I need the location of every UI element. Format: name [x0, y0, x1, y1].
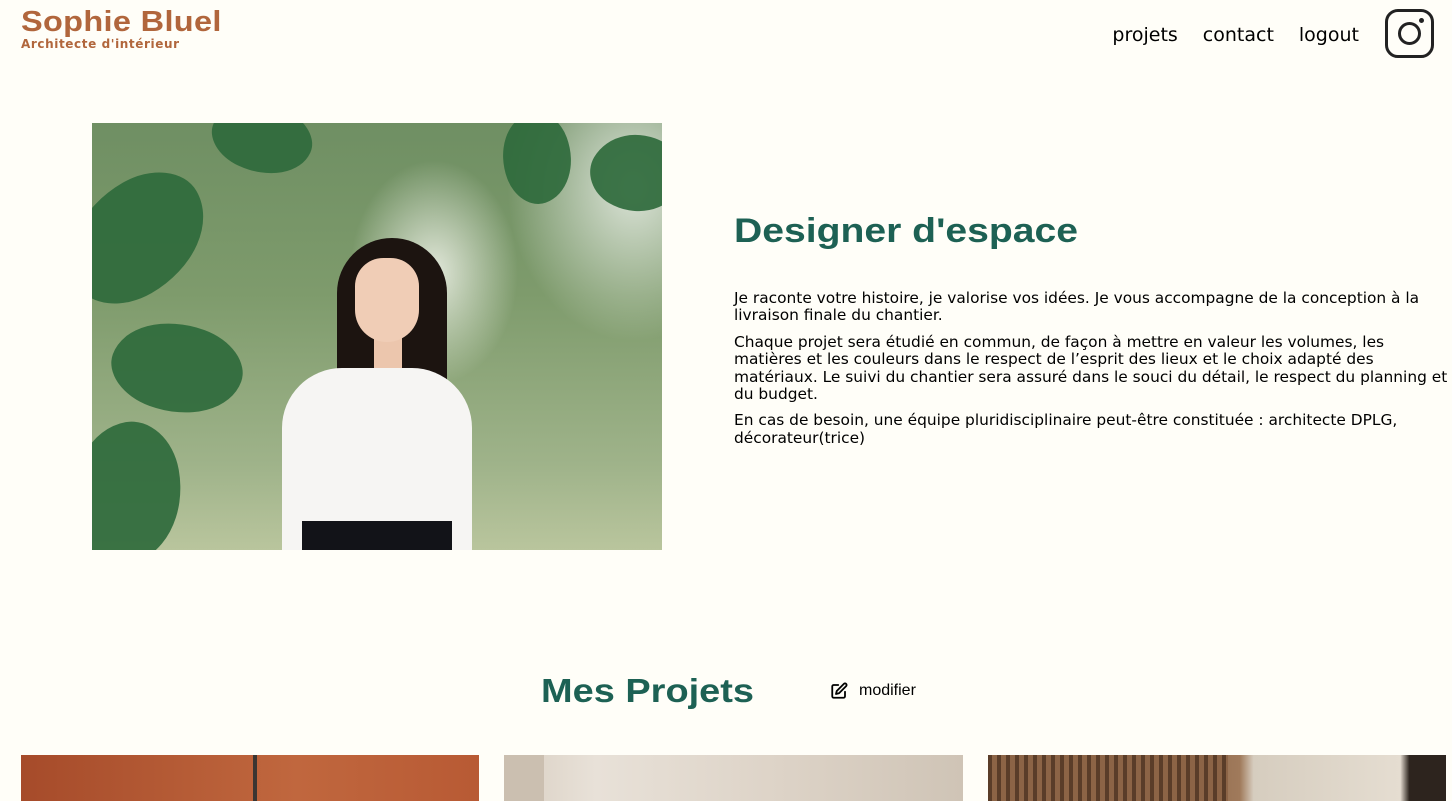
project-thumbnail[interactable]	[504, 755, 963, 801]
about-paragraph: Chaque projet sera étudié en commun, de …	[734, 332, 1448, 404]
thumbnail-detail	[988, 755, 1228, 801]
project-thumbnail[interactable]	[988, 755, 1446, 801]
photo-leaf	[488, 123, 586, 213]
person-face	[355, 258, 419, 342]
photo-leaf	[201, 123, 323, 191]
photo-leaf	[92, 152, 230, 324]
photo-leaf	[92, 414, 194, 550]
nav-link-logout[interactable]: logout	[1299, 22, 1359, 48]
instagram-dot	[1419, 18, 1424, 23]
edit-button[interactable]: modifier	[830, 682, 916, 700]
photo-leaf	[578, 123, 662, 231]
portrait-photo	[92, 123, 662, 550]
instagram-lens	[1398, 22, 1421, 45]
nav-link-projets[interactable]: projets	[1112, 22, 1177, 48]
about-text: Je raconte votre histoire, je valorise v…	[734, 289, 1450, 456]
project-thumbnail[interactable]	[21, 755, 479, 801]
edit-label: modifier	[859, 682, 916, 699]
nav-link-contact[interactable]: contact	[1203, 22, 1274, 48]
thumbnail-detail	[504, 755, 544, 801]
instagram-icon[interactable]	[1385, 9, 1434, 58]
logo[interactable]: Sophie Bluel Architecte d'intérieur	[21, 6, 221, 51]
person-skirt	[302, 521, 452, 550]
main-nav: projets contact logout	[1112, 22, 1359, 48]
logo-subtitle: Architecte d'intérieur	[21, 37, 180, 51]
edit-icon	[831, 682, 848, 699]
about-paragraph: En cas de besoin, une équipe pluridiscip…	[734, 411, 1398, 447]
about-title: Designer d'espace	[734, 212, 1078, 250]
about-paragraph: Je raconte votre histoire, je valorise v…	[734, 289, 1420, 325]
logo-title: Sophie Bluel	[21, 6, 222, 38]
thumbnail-detail	[253, 755, 257, 801]
projects-title: Mes Projets	[541, 672, 755, 709]
photo-leaf	[100, 303, 254, 433]
